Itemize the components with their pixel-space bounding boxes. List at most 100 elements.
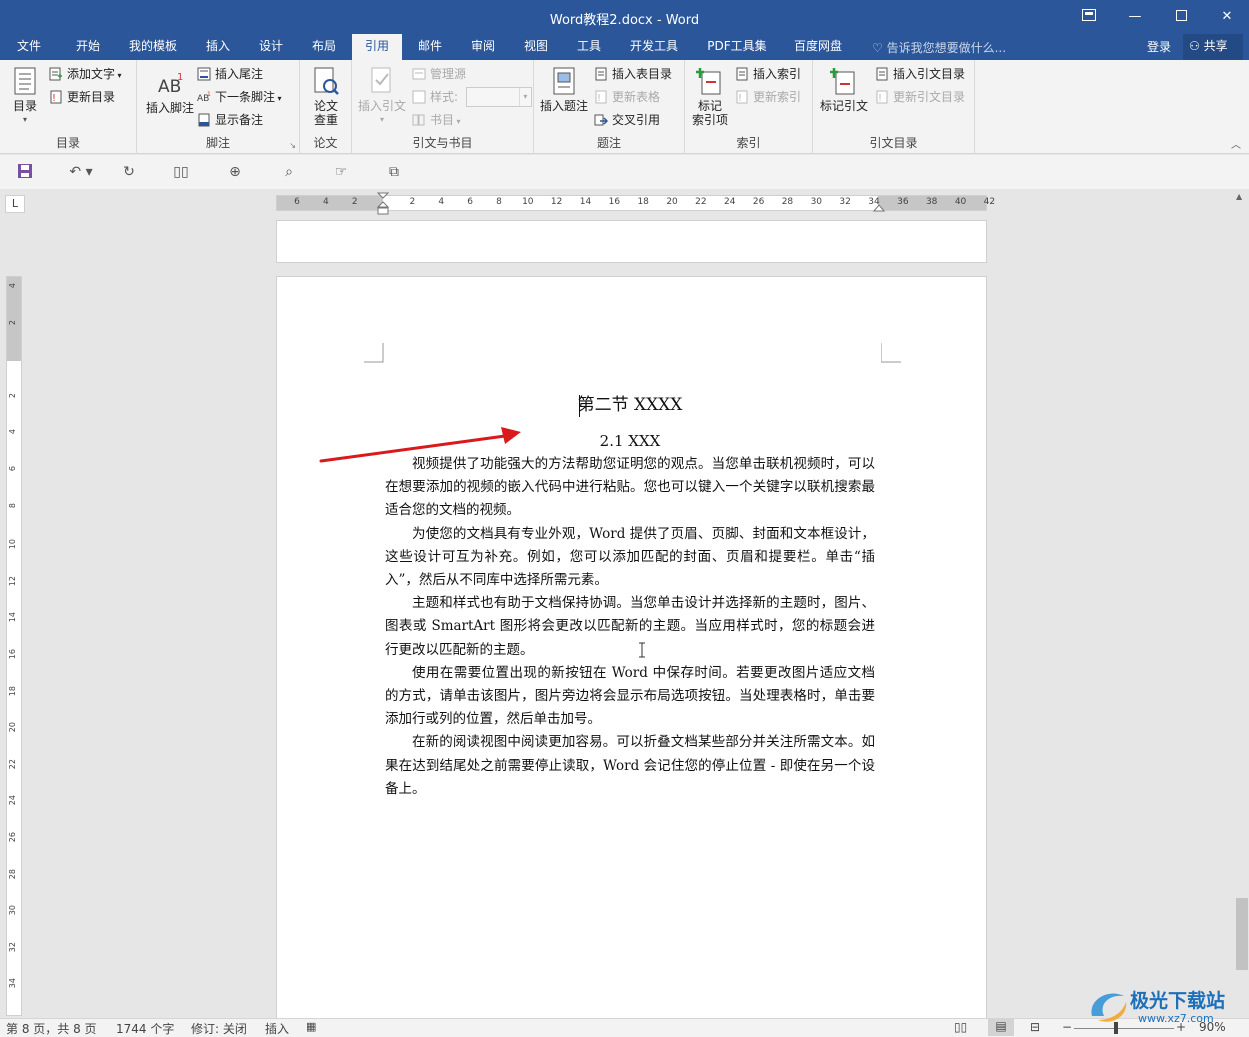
group-footnotes: AB 1 插入脚注 插入尾注 AB 1 下一条脚注 ▾ 显示备注 脚注 ↘ xyxy=(137,60,300,154)
cross-reference-button[interactable]: 交叉引用 xyxy=(594,110,660,130)
save-icon xyxy=(18,164,32,178)
person-icon: ⚇ xyxy=(1189,39,1200,53)
insert-caption-button[interactable]: 插入题注 xyxy=(538,66,590,113)
print-preview-button[interactable]: ⌕ xyxy=(280,163,298,181)
bibliography-button[interactable]: 书目 ▾ xyxy=(412,110,461,130)
update-table-button[interactable]: ! 更新表格 xyxy=(594,87,660,107)
web-layout-view-button[interactable]: ⊟ xyxy=(1030,1020,1040,1034)
scroll-up-icon[interactable]: ▲ xyxy=(1236,192,1242,201)
insert-endnote-button[interactable]: 插入尾注 xyxy=(197,64,263,84)
table-of-figures-icon xyxy=(595,67,607,81)
macro-recording-icon[interactable]: ▦ xyxy=(306,1020,316,1033)
table-of-contents-icon xyxy=(14,67,36,95)
read-mode-view-button[interactable]: ▯▯ xyxy=(954,1020,967,1034)
citation-style-select[interactable]: ▾ xyxy=(465,87,532,107)
tab-mailings[interactable]: 邮件 xyxy=(410,34,450,60)
tell-me-box[interactable]: ♡ 告诉我您想要做什么... xyxy=(872,39,1006,56)
page-indicator[interactable]: 第 8 页，共 8 页 xyxy=(6,1020,97,1037)
customize-qat-button[interactable]: ⧉ xyxy=(385,163,403,181)
insert-footnote-button[interactable]: AB 1 插入脚注 xyxy=(141,68,199,115)
web-layout-button[interactable]: ⊕ xyxy=(226,163,244,181)
close-button[interactable]: ✕ xyxy=(1204,0,1249,34)
vertical-ruler-tick-label: 2 xyxy=(8,319,17,325)
print-layout-view-button[interactable]: ▤ xyxy=(988,1019,1014,1036)
body-paragraph[interactable]: 在新的阅读视图中阅读更加容易。可以折叠文档某些部分并关注所需文本。如果在达到结尾… xyxy=(385,731,875,801)
maximize-button[interactable] xyxy=(1158,0,1204,34)
ribbon-display-options-button[interactable] xyxy=(1066,0,1112,34)
word-count[interactable]: 1744 个字 xyxy=(116,1020,174,1037)
tab-pdf-tools[interactable]: PDF工具集 xyxy=(700,34,774,60)
scrollbar-thumb[interactable] xyxy=(1236,898,1248,970)
insert-citation-button[interactable]: 插入引文 ▾ xyxy=(356,66,408,127)
ruler-top-margin xyxy=(7,277,21,361)
globe-icon: ⊕ xyxy=(229,164,241,180)
body-paragraph[interactable]: 为使您的文档具有专业外观，Word 提供了页眉、页脚、封面和文本框设计，这些设计… xyxy=(385,523,875,593)
next-footnote-dropdown-icon: ▾ xyxy=(275,94,282,103)
lightbulb-icon: ♡ xyxy=(872,41,883,55)
manage-sources-icon xyxy=(412,68,426,80)
touch-mode-button[interactable]: ☞ xyxy=(332,163,350,181)
watermark-url: www.xz7.com xyxy=(1138,1012,1214,1025)
vertical-scrollbar[interactable] xyxy=(1234,190,1249,1018)
mark-entry-button[interactable]: 标记 索引项 xyxy=(689,66,731,127)
tab-view[interactable]: 视图 xyxy=(516,34,556,60)
document-page[interactable]: 第二节 XXXX 2.1 XXX 视频提供了功能强大的方法帮助您证明您的观点。当… xyxy=(276,276,987,1021)
cross-reference-icon xyxy=(594,114,608,126)
tab-insert[interactable]: 插入 xyxy=(198,34,238,60)
insert-footnote-label: 插入脚注 xyxy=(145,101,194,115)
tab-references[interactable]: 引用 xyxy=(352,34,402,60)
manage-sources-button[interactable]: 管理源 xyxy=(412,64,466,84)
crop-mark-top-right xyxy=(881,343,901,363)
tab-developer[interactable]: 开发工具 xyxy=(623,34,685,60)
add-text-button[interactable]: 添加文字 ▾ xyxy=(49,64,122,84)
next-footnote-button[interactable]: AB 1 下一条脚注 ▾ xyxy=(197,87,282,107)
insert-mode-status[interactable]: 插入 xyxy=(265,1020,289,1037)
insert-toa-button[interactable]: 插入引文目录 xyxy=(875,64,965,84)
tab-home[interactable]: 开始 xyxy=(68,34,108,60)
redo-button[interactable]: ↻ xyxy=(120,163,138,181)
insert-table-of-figures-button[interactable]: 插入表目录 xyxy=(594,64,672,84)
insert-index-icon xyxy=(736,67,748,81)
tab-file[interactable]: 文件 xyxy=(8,34,50,60)
login-link[interactable]: 登录 xyxy=(1147,38,1171,55)
tab-layout[interactable]: 布局 xyxy=(304,34,344,60)
undo-button[interactable]: ↶ ▾ xyxy=(66,163,96,181)
toc-button[interactable]: 目录 ▾ xyxy=(6,66,44,127)
right-indent-marker-icon[interactable] xyxy=(873,202,885,212)
insert-index-button[interactable]: 插入索引 xyxy=(735,64,801,84)
paper-check-button[interactable]: 论文 查重 xyxy=(308,66,344,127)
zoom-out-button[interactable]: − xyxy=(1062,1020,1072,1034)
share-button[interactable]: ⚇ 共享 xyxy=(1183,34,1243,60)
web-layout-icon: ⊟ xyxy=(1030,1020,1041,1034)
ruler-tick-label: 4 xyxy=(322,197,329,207)
read-mode-button[interactable]: ▯▯ xyxy=(172,163,190,181)
tab-my-templates[interactable]: 我的模板 xyxy=(122,34,184,60)
track-changes-status[interactable]: 修订: 关闭 xyxy=(191,1020,247,1037)
horizontal-ruler[interactable]: 6 4 2 2 4 6 8 10 12 14 16 18 20 22 24 26 28 30 32 34 36 38 40 4… xyxy=(276,192,995,215)
svg-text:1: 1 xyxy=(207,91,211,98)
tab-selector[interactable]: L xyxy=(5,195,25,213)
tab-baidu-netdisk[interactable]: 百度网盘 xyxy=(786,34,850,60)
indent-marker-icon[interactable] xyxy=(377,192,389,218)
save-button[interactable] xyxy=(16,163,34,181)
ruler-tick-label: 40 xyxy=(954,197,967,207)
update-toa-button[interactable]: ! 更新引文目录 xyxy=(875,87,965,107)
tab-design[interactable]: 设计 xyxy=(251,34,291,60)
body-paragraph[interactable]: 主题和样式也有助于文档保持协调。当您单击设计并选择新的主题时，图片、图表或 Sm… xyxy=(385,592,875,662)
footnote-dialog-launcher-icon[interactable]: ↘ xyxy=(289,141,296,150)
show-notes-button[interactable]: 显示备注 xyxy=(197,110,263,130)
mark-citation-icon xyxy=(830,68,855,95)
vertical-ruler[interactable]: 4 2 2 4 6 8 10 12 14 16 18 20 22 24 26 28 30 32 34 xyxy=(6,276,22,1016)
tab-review[interactable]: 审阅 xyxy=(463,34,503,60)
update-toc-button[interactable]: ! 更新目录 xyxy=(49,87,115,107)
svg-text:!: ! xyxy=(878,93,882,104)
mark-citation-button[interactable]: 标记引文 xyxy=(817,66,871,113)
tab-tools[interactable]: 工具 xyxy=(569,34,609,60)
body-paragraph[interactable]: 使用在需要位置出现的新按钮在 Word 中保存时间。若要更改图片适应文档的方式，… xyxy=(385,662,875,732)
ruler-tick-label: 42 xyxy=(983,197,996,207)
minimize-button[interactable]: — xyxy=(1112,0,1158,34)
group-index-label: 索引 xyxy=(736,136,761,150)
update-index-button[interactable]: ! 更新索引 xyxy=(735,87,801,107)
hand-icon: ☞ xyxy=(334,164,348,180)
collapse-ribbon-icon[interactable]: ︿ xyxy=(1231,136,1241,151)
